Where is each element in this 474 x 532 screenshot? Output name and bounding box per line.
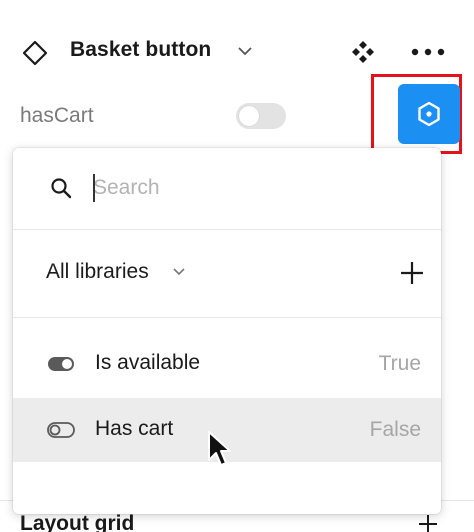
layout-grid-section-label: Layout grid [20,512,135,532]
plus-icon[interactable] [399,260,425,286]
component-header: Basket button [0,22,474,78]
text-caret [93,174,95,202]
search-icon [51,178,72,199]
hexagon-link-icon [418,101,440,127]
option-label: Has cart [95,417,174,440]
library-filter-row: All libraries [13,230,441,318]
component-name[interactable]: Basket button [70,38,211,62]
option-value: False [369,418,421,441]
has-cart-toggle[interactable] [236,103,286,129]
option-value: True [378,352,421,375]
search-input[interactable] [93,170,413,206]
property-option-is-available[interactable]: Is available True [13,332,441,396]
search-row [13,148,441,230]
more-horizontal-icon[interactable] [410,46,446,58]
chevron-down-icon[interactable] [236,44,254,58]
toggle-on-icon [48,357,74,371]
mouse-pointer-icon [208,431,231,466]
toggle-knob [239,106,259,126]
chevron-down-icon[interactable] [171,266,187,278]
toggle-off-icon [47,422,75,438]
component-diamond-icon [22,40,48,66]
property-name: hasCart [20,104,94,127]
apply-boolean-property-button[interactable] [398,84,460,144]
option-label: Is available [95,351,201,374]
add-layout-grid-icon[interactable] [416,512,440,532]
library-filter[interactable]: All libraries [46,260,149,284]
instance-four-diamond-icon[interactable] [350,39,376,65]
